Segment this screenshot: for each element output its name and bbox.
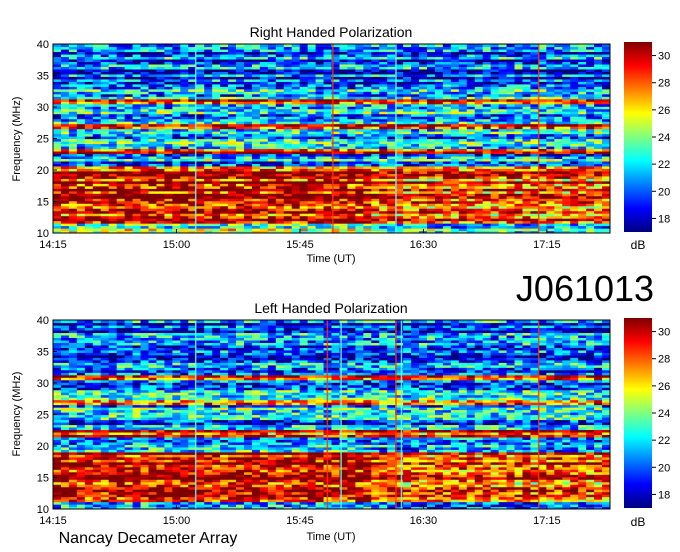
chart-title: Right Handed Polarization: [250, 24, 413, 40]
heatmap-cells: [53, 44, 610, 233]
spectrogram-figure: Right Handed Polarization 10152025303540…: [11, 24, 670, 547]
panel-right-handed: Right Handed Polarization 10152025303540…: [11, 24, 670, 265]
